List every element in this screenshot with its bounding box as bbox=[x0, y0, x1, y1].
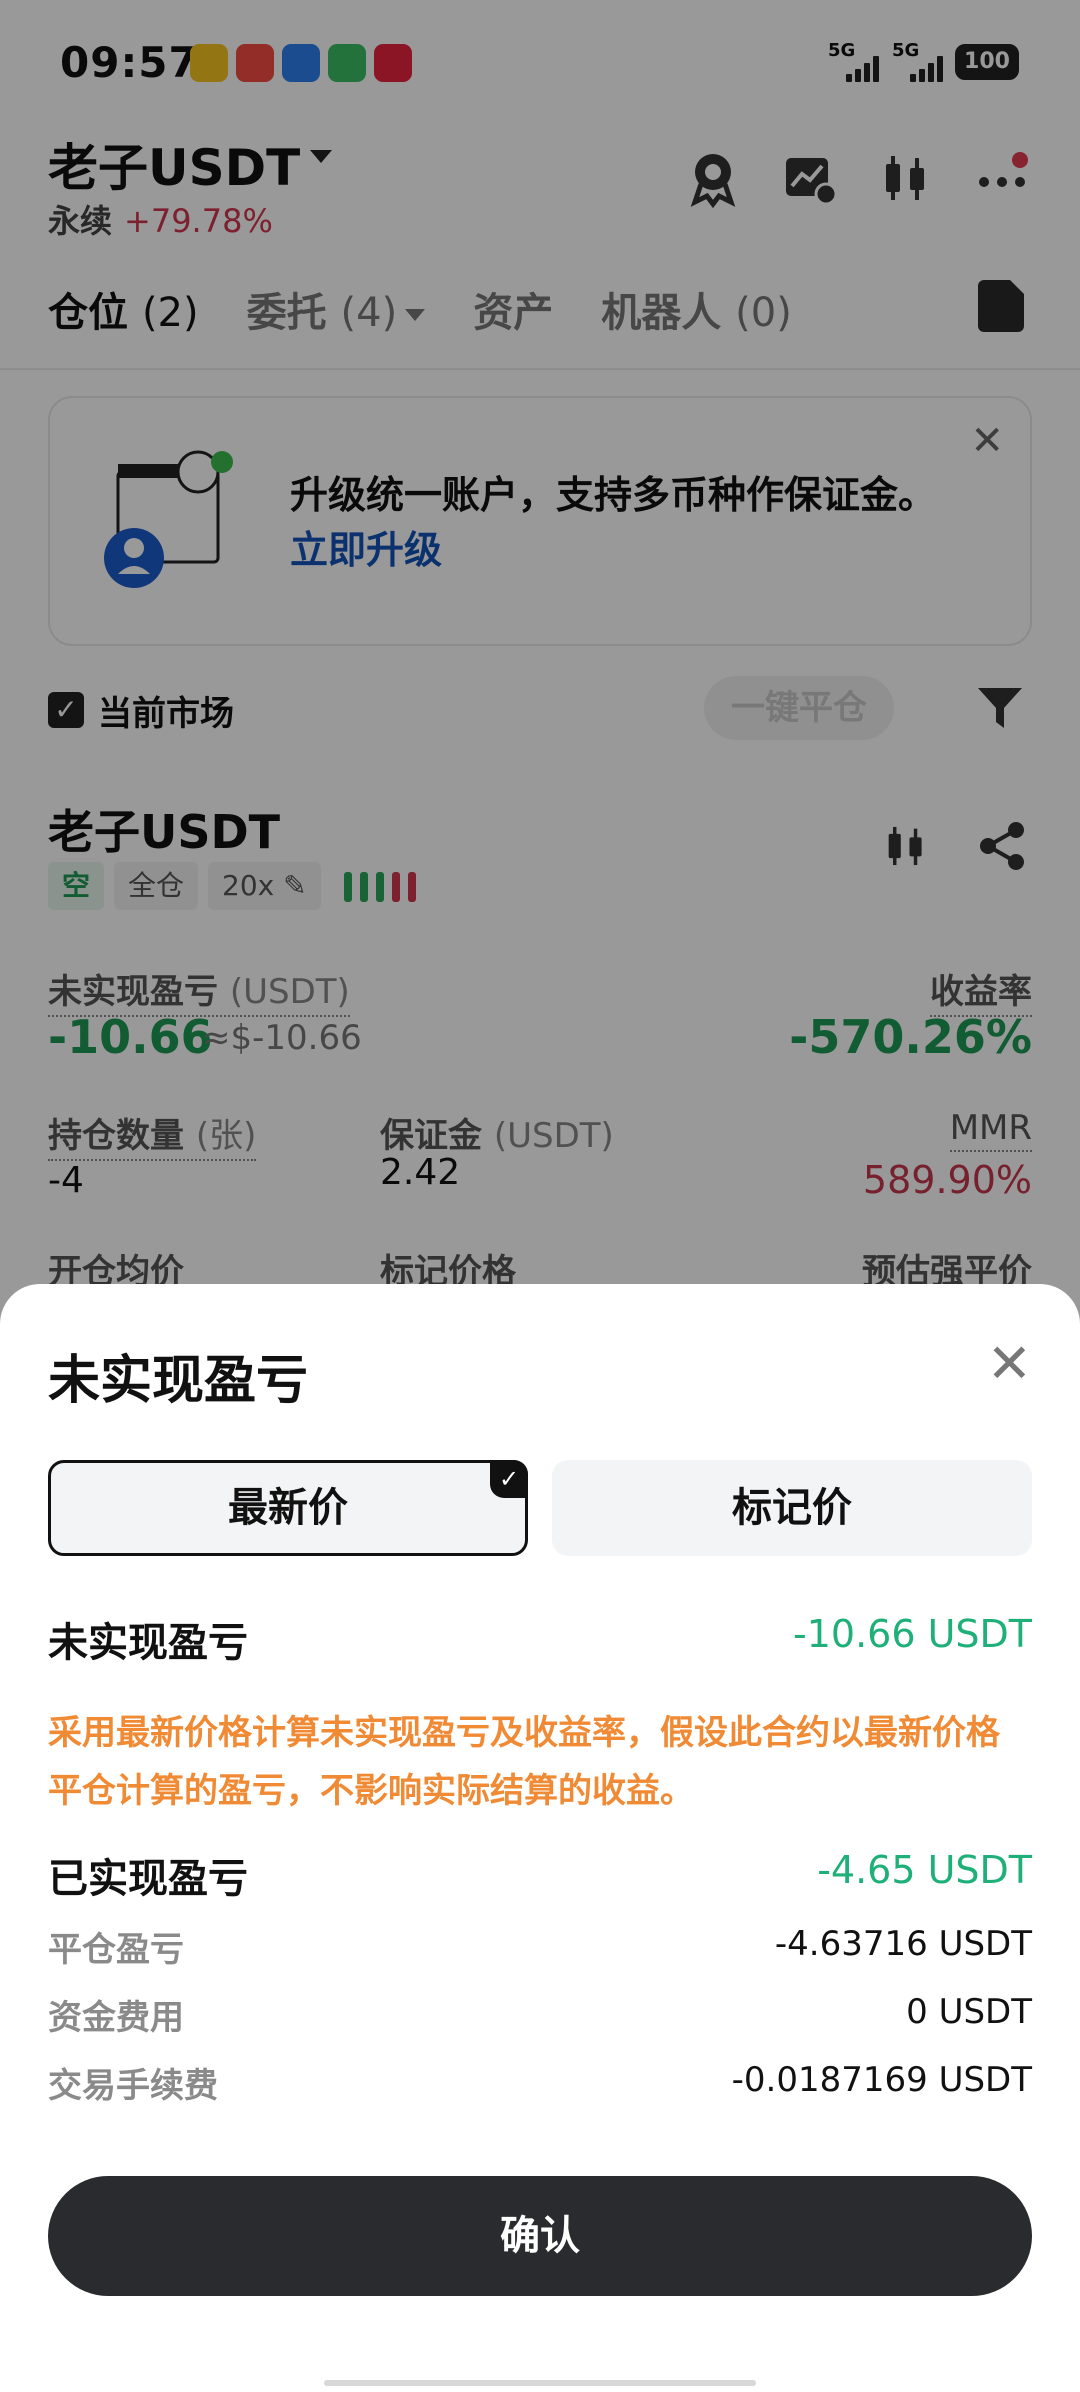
funding-fee-label: 资金费用 bbox=[48, 1998, 184, 2038]
close-icon[interactable]: ✕ bbox=[987, 1332, 1032, 1395]
unrealized-pnl-label: 未实现盈亏 bbox=[48, 1620, 248, 1666]
close-pnl-label: 平仓盈亏 bbox=[48, 1930, 184, 1970]
realized-pnl-value: -4.65 USDT bbox=[817, 1848, 1032, 1892]
sheet-title: 未实现盈亏 bbox=[48, 1351, 309, 1411]
check-icon: ✓ bbox=[490, 1460, 528, 1498]
trading-fee-value: -0.0187169 USDT bbox=[731, 2060, 1032, 2100]
trading-fee-label: 交易手续费 bbox=[48, 2066, 218, 2106]
funding-fee-value: 0 USDT bbox=[906, 1992, 1032, 2032]
unrealized-pnl-sheet: 未实现盈亏 ✕ 最新价 ✓ 标记价 未实现盈亏 -10.66 USDT 采用最新… bbox=[0, 1284, 1080, 2392]
close-pnl-value: -4.63716 USDT bbox=[774, 1924, 1032, 1964]
mark-price-tab[interactable]: 标记价 bbox=[552, 1460, 1032, 1556]
calculation-note: 采用最新价格计算未实现盈亏及收益率，假设此合约以最新价格平仓计算的盈亏，不影响实… bbox=[48, 1713, 1000, 1811]
confirm-button[interactable]: 确认 bbox=[48, 2176, 1032, 2296]
home-indicator[interactable] bbox=[324, 2380, 756, 2386]
latest-price-tab[interactable]: 最新价 ✓ bbox=[48, 1460, 528, 1556]
app-screen: 09:57 5G 5G 100 老子USDT 永续 +79.78% 仓位 (2)… bbox=[0, 0, 1080, 2392]
unrealized-pnl-value: -10.66 USDT bbox=[793, 1612, 1032, 1656]
realized-pnl-label: 已实现盈亏 bbox=[48, 1856, 248, 1902]
